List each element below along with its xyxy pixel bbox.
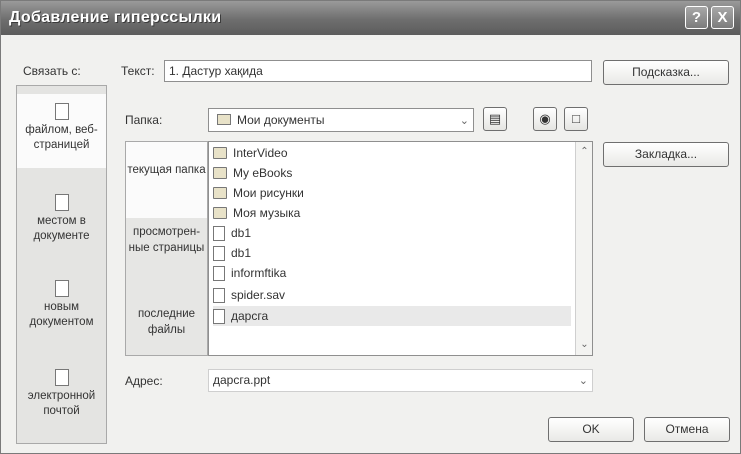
dialog-title: Добавление гиперссылки [9,9,222,26]
list-item[interactable]: db1 [213,223,571,243]
address-label: Адрес: [125,374,163,388]
file-name: дарсга [231,309,269,323]
list-item[interactable]: дарсга [213,306,571,326]
web-search-icon: ◉ [539,111,551,126]
place-web-file-label: файлом, веб-страницей [25,124,98,151]
list-item[interactable]: Мои рисунки [213,183,571,203]
file-name: Мои рисунки [233,186,304,200]
web-file-icon [54,103,69,120]
ok-button[interactable]: OK [548,417,634,442]
open-folder-icon: □ [572,111,580,126]
list-item[interactable]: db1 [213,243,571,263]
text-label: Текст: [121,64,155,78]
browse-web-button[interactable]: ◉ [533,107,557,131]
file-name: Моя музыка [233,206,301,220]
database-icon [213,226,225,241]
list-item[interactable]: InterVideo [213,143,571,163]
link-to-places-bar: файлом, веб-страницей местом в документе… [16,85,107,444]
place-in-document-icon [54,194,69,211]
file-name: informftika [231,266,287,280]
file-name: spider.sav [231,288,286,302]
email-icon [54,369,69,386]
place-in-document[interactable]: местом в документе [17,194,106,264]
file-name: InterVideo [233,146,288,160]
scroll-up-icon[interactable]: ⌃ [578,145,591,158]
place-email[interactable]: электронной почтой [17,369,106,439]
place-in-document-label: местом в документе [33,215,90,242]
up-one-level-button[interactable]: ▤ [483,107,507,131]
folder-icon [213,187,227,199]
file-list: InterVideo My eBooks Мои рисунки Моя муз… [208,141,593,356]
hint-button[interactable]: Подсказка... [603,60,729,85]
up-folder-icon: ▤ [488,111,502,126]
text-input[interactable]: 1. Дастур хақида [164,60,592,82]
folder-select[interactable]: Мои документы ⌄ [208,108,474,132]
folder-select-value: Мои документы [237,113,325,127]
browse-file-button[interactable]: □ [564,107,588,131]
file-name: db1 [231,246,252,260]
folder-label: Папка: [125,113,163,127]
file-name: My eBooks [233,166,293,180]
database-icon [213,246,225,261]
cancel-button[interactable]: Отмена [644,417,730,442]
vertical-scrollbar[interactable]: ⌃ ⌄ [575,142,592,355]
folder-icon [217,114,231,125]
file-name: db1 [231,226,252,240]
place-web-file[interactable]: файлом, веб-страницей [17,94,106,168]
list-item[interactable]: Моя музыка [213,203,571,223]
hyperlink-dialog: Добавление гиперссылки ? X Связать с: Те… [0,0,741,454]
file-icon [213,288,225,303]
chevron-down-icon: ⌄ [459,115,469,127]
address-input[interactable]: дарсга.ppt ⌄ [208,369,593,392]
subplace-recent-files[interactable]: последние файлы [126,306,207,346]
close-button[interactable]: X [711,6,734,29]
address-value: дарсга.ppt [213,373,271,387]
bookmark-button[interactable]: Закладка... [603,142,729,167]
list-item[interactable]: My eBooks [213,163,571,183]
list-item[interactable]: spider.sav [213,285,571,305]
title-bar: Добавление гиперссылки ? X [1,1,740,35]
folder-icon [213,167,227,179]
folder-icon [213,147,227,159]
word-document-icon [213,266,225,281]
subplace-browsed-pages[interactable]: просмотрен-ные страницы [126,224,207,280]
chevron-down-icon: ⌄ [578,375,588,387]
folder-icon [213,207,227,219]
place-email-label: электронной почтой [27,390,96,417]
subplace-current-folder[interactable]: текущая папка [126,142,207,218]
help-button[interactable]: ? [685,6,708,29]
place-new-document-label: новым документом [29,301,94,328]
look-in-bar: текущая папка просмотрен-ные страницы по… [125,141,208,356]
link-to-label: Связать с: [23,64,81,78]
new-document-icon [54,280,69,297]
list-item[interactable]: informftika [213,263,571,283]
scroll-down-icon[interactable]: ⌄ [578,338,591,351]
presentation-icon [213,309,225,324]
place-new-document[interactable]: новым документом [17,280,106,350]
